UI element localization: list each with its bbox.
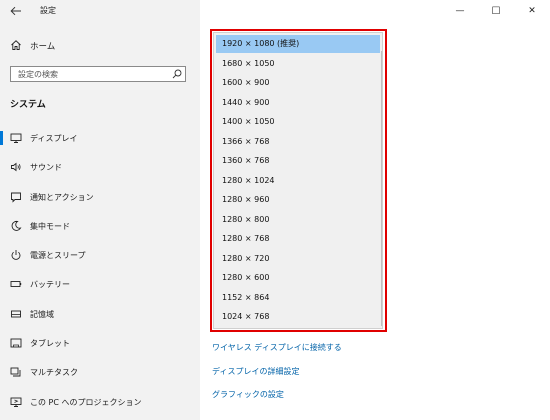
sidebar-item-label: タブレット [30, 339, 70, 349]
close-icon: ✕ [528, 6, 536, 16]
sidebar-item-notifications[interactable]: 通知とアクション [0, 186, 200, 215]
search-box[interactable] [10, 66, 186, 82]
resolution-option[interactable]: 1366 × 768 [216, 133, 380, 151]
sidebar-item-tablet[interactable]: タブレット [0, 332, 200, 361]
resolution-option[interactable]: 1024 × 768 [216, 308, 380, 326]
sidebar-item-multitasking[interactable]: マルチタスク [0, 361, 200, 390]
resolution-option[interactable]: 1280 × 960 [216, 191, 380, 209]
sidebar-item-storage[interactable]: 記憶域 [0, 303, 200, 332]
minimize-button[interactable]: — [442, 0, 478, 22]
dropdown-edge [381, 51, 382, 326]
resolution-option[interactable]: 1440 × 900 [216, 94, 380, 112]
sidebar-item-label: 電源とスリープ [30, 251, 86, 261]
search-input[interactable] [11, 67, 168, 81]
window-title: 設定 [40, 6, 56, 15]
resolution-option[interactable]: 1280 × 800 [216, 211, 380, 229]
sidebar-item-sound[interactable]: サウンド [0, 156, 200, 185]
graphics-settings-link[interactable]: グラフィックの設定 [212, 387, 342, 411]
arrow-left-icon [10, 6, 21, 16]
resolution-option[interactable]: 1920 × 1080 (推奨) [216, 35, 380, 53]
sidebar-item-label: サウンド [30, 163, 62, 173]
sidebar-item-label: ディスプレイ [30, 134, 78, 143]
home-icon [11, 40, 21, 50]
sidebar-item-home[interactable]: ホーム [0, 36, 200, 56]
section-heading-system: システム [10, 100, 46, 110]
resolution-option[interactable]: 1152 × 864 [216, 289, 380, 307]
speaker-icon [11, 162, 21, 172]
resolution-option[interactable]: 1280 × 720 [216, 250, 380, 268]
minimize-icon: — [455, 6, 465, 16]
projection-icon [10, 397, 22, 407]
active-indicator [0, 131, 3, 145]
moon-icon [11, 220, 22, 231]
monitor-icon [10, 133, 22, 143]
main-content: — ☐ ✕ 1920 × 1080 (推奨) 1680 × 1050 1600 … [200, 0, 550, 420]
sidebar-item-label: 記憶域 [30, 309, 54, 319]
sidebar-item-projection[interactable]: この PC へのプロジェクション [0, 391, 200, 420]
resolution-option[interactable]: 1400 × 1050 [216, 113, 380, 131]
sidebar-nav: ディスプレイ サウンド 通知とアクション 集中モード 電源とスリープ バッテリー… [0, 127, 200, 420]
resolution-dropdown-list[interactable]: 1920 × 1080 (推奨) 1680 × 1050 1600 × 900 … [213, 32, 383, 329]
storage-icon [11, 310, 21, 318]
tablet-icon [10, 338, 22, 348]
sidebar-item-label: バッテリー [30, 280, 70, 290]
back-button[interactable] [8, 3, 24, 19]
sidebar-item-label: この PC へのプロジェクション [30, 397, 142, 407]
power-icon [11, 250, 21, 261]
resolution-option[interactable]: 1600 × 900 [216, 74, 380, 92]
maximize-button[interactable]: ☐ [478, 0, 514, 22]
window-controls: — ☐ ✕ [442, 0, 550, 22]
sidebar-item-label: 集中モード [30, 221, 70, 231]
sidebar: 設定 ホーム システム ディスプレイ [0, 0, 200, 420]
advanced-display-link[interactable]: ディスプレイの詳細設定 [212, 364, 342, 388]
related-links: ワイヤレス ディスプレイに接続する ディスプレイの詳細設定 グラフィックの設定 [212, 340, 342, 411]
maximize-icon: ☐ [491, 5, 501, 17]
notification-icon [11, 192, 21, 203]
sidebar-item-battery[interactable]: バッテリー [0, 273, 200, 302]
resolution-option[interactable]: 1280 × 600 [216, 269, 380, 287]
wireless-display-link[interactable]: ワイヤレス ディスプレイに接続する [212, 340, 342, 364]
sidebar-item-power[interactable]: 電源とスリープ [0, 244, 200, 273]
home-label: ホーム [30, 42, 56, 52]
resolution-option[interactable]: 1280 × 1024 [216, 172, 380, 190]
sidebar-item-label: マルチタスク [30, 368, 78, 378]
resolution-option[interactable]: 1360 × 768 [216, 152, 380, 170]
sidebar-item-label: 通知とアクション [30, 192, 94, 202]
multitask-icon [10, 367, 21, 377]
resolution-option[interactable]: 1680 × 1050 [216, 55, 380, 73]
sidebar-item-display[interactable]: ディスプレイ [0, 127, 200, 156]
resolution-option[interactable]: 1280 × 768 [216, 230, 380, 248]
sidebar-item-focus[interactable]: 集中モード [0, 215, 200, 244]
battery-icon [10, 281, 22, 288]
settings-window: 設定 ホーム システム ディスプレイ [0, 0, 550, 420]
title-bar: 設定 [0, 0, 200, 22]
search-icon[interactable] [172, 69, 182, 79]
close-button[interactable]: ✕ [514, 0, 550, 22]
